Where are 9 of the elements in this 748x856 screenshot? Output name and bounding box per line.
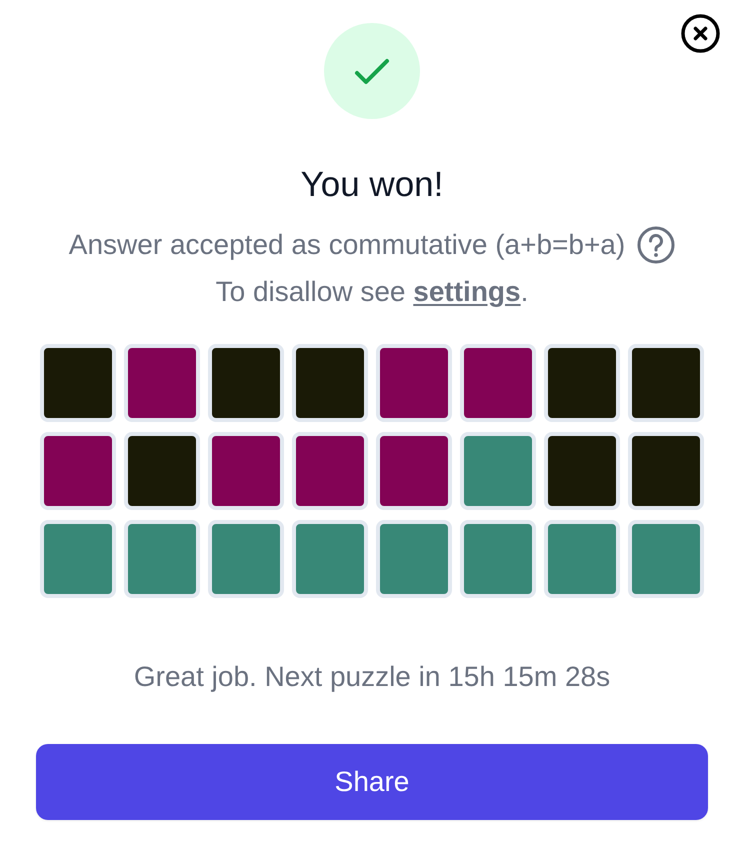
accepted-message: Answer accepted as commutative (a+b=b+a)	[68, 228, 626, 262]
settings-hint: To disallow see settings.	[214, 275, 530, 309]
next-puzzle-countdown: Great job. Next puzzle in 15h 15m 28s	[132, 660, 612, 694]
help-icon[interactable]	[637, 226, 676, 264]
settings-link[interactable]: settings	[413, 276, 521, 307]
share-button[interactable]: Share	[36, 744, 708, 820]
close-button[interactable]	[681, 14, 720, 53]
checkmark-icon	[324, 23, 420, 119]
result-title: You won!	[300, 166, 444, 204]
